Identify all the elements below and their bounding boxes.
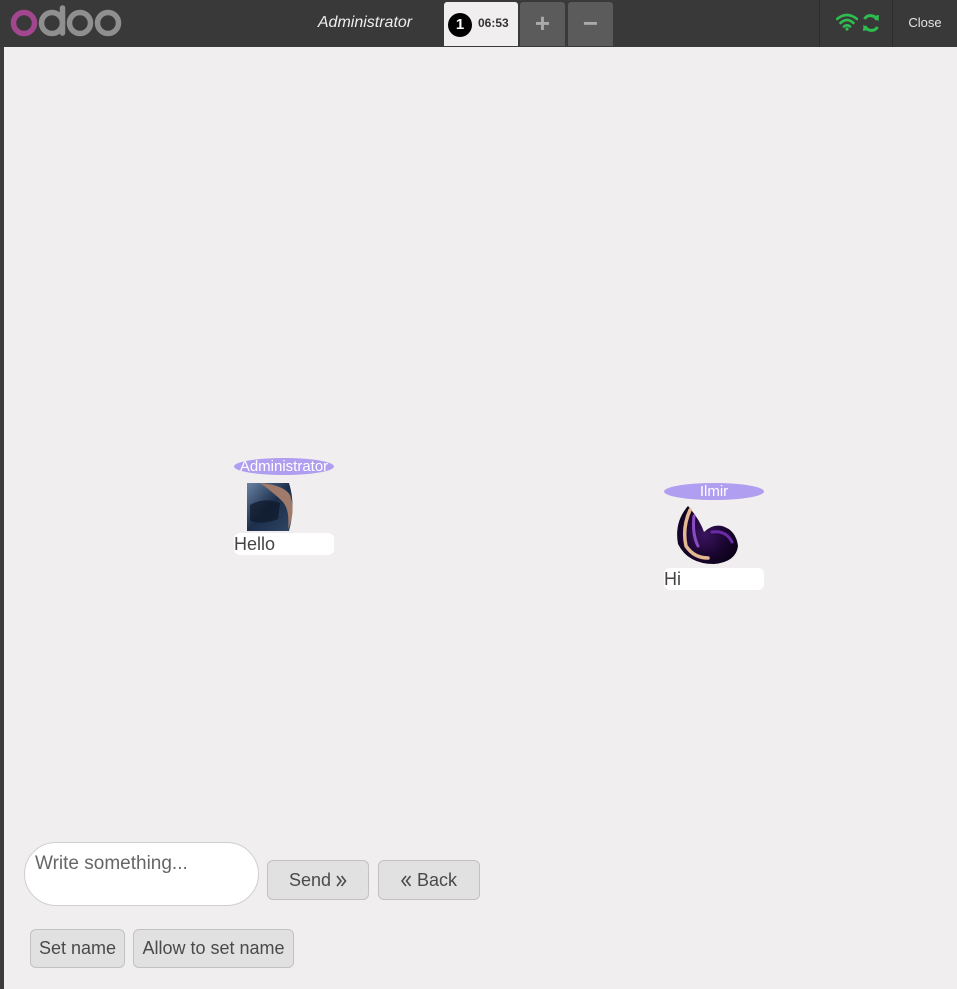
cashier-name[interactable]: Administrator xyxy=(300,14,430,32)
chat-area: Administrator Hello Ilmir Hi Write somet… xyxy=(4,47,957,989)
allow-set-name-button[interactable]: Allow to set name xyxy=(133,929,294,968)
set-name-button[interactable]: Set name xyxy=(30,929,125,968)
sync-icon[interactable] xyxy=(861,13,881,33)
send-button[interactable]: Send xyxy=(267,860,369,900)
chat-message: Hi xyxy=(664,568,764,590)
odoo-logo xyxy=(10,5,122,37)
chat-message: Hello xyxy=(234,533,334,555)
wifi-icon[interactable] xyxy=(836,13,858,31)
user-card-administrator: Administrator Hello xyxy=(234,458,334,555)
double-chevron-left-icon xyxy=(400,875,412,887)
user-avatar xyxy=(247,483,293,531)
user-name-label: Administrator xyxy=(234,458,334,475)
user-card-ilmir: Ilmir Hi xyxy=(664,483,764,590)
top-bar: Administrator 1 06:53 + − Close xyxy=(0,0,957,47)
send-label: Send xyxy=(288,870,332,890)
back-button[interactable]: Back xyxy=(378,860,480,900)
order-number-badge: 1 xyxy=(448,13,472,37)
message-input[interactable] xyxy=(24,842,259,906)
add-order-button[interactable]: + xyxy=(520,2,565,46)
user-avatar xyxy=(677,506,738,564)
status-indicators xyxy=(819,0,893,47)
order-tab[interactable]: 1 06:53 xyxy=(444,2,518,46)
double-chevron-right-icon xyxy=(336,875,347,887)
back-label: Back xyxy=(416,870,458,890)
order-time: 06:53 xyxy=(478,16,509,30)
close-button[interactable]: Close xyxy=(893,0,957,47)
remove-order-button[interactable]: − xyxy=(568,2,613,46)
user-name-label: Ilmir xyxy=(664,483,764,500)
